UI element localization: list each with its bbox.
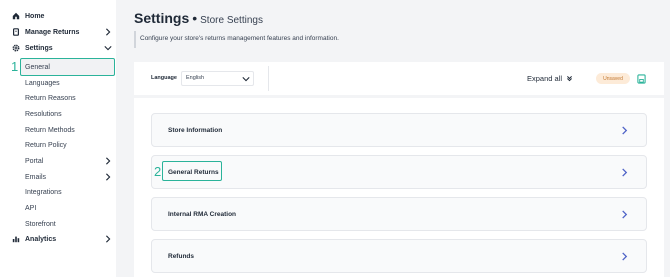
sidebar-item-return-methods[interactable]: Return Methods	[0, 122, 116, 138]
sidebar-item-resolutions[interactable]: Resolutions	[0, 106, 116, 122]
status-badge: Unsaved	[596, 73, 630, 84]
sidebar-item-api[interactable]: API	[0, 200, 116, 216]
sidebar-item-label: Storefront	[25, 220, 56, 228]
language-label: Language	[151, 75, 177, 81]
sidebar-item-label: General	[25, 63, 50, 71]
sidebar-item-languages[interactable]: Languages	[0, 75, 116, 91]
sidebar: Home Manage Returns Settings 1 General L…	[0, 0, 116, 277]
save-icon[interactable]	[637, 74, 646, 84]
sidebar-item-home[interactable]: Home	[0, 8, 116, 24]
sidebar-item-label: Return Policy	[25, 141, 67, 149]
expand-all-button[interactable]: Expand all	[527, 74, 562, 83]
title-separator: •	[192, 10, 198, 26]
description-accent-bar	[134, 31, 136, 48]
sidebar-item-return-policy[interactable]: Return Policy	[0, 137, 116, 153]
chevron-right-icon	[106, 173, 111, 181]
returns-icon	[11, 28, 20, 37]
page-title: Settings • Store Settings	[134, 10, 263, 26]
toolbar-divider	[268, 66, 269, 91]
sidebar-item-label: Resolutions	[25, 110, 62, 118]
sidebar-item-portal[interactable]: Portal	[0, 153, 116, 169]
page-description: Configure your store's returns managemen…	[140, 35, 339, 42]
annotation-step-2: 2	[154, 164, 162, 179]
section-general-returns[interactable]: General Returns	[151, 155, 647, 189]
sidebar-item-label: Emails	[25, 173, 47, 181]
sidebar-item-analytics[interactable]: Analytics	[0, 231, 116, 247]
chevron-right-icon	[622, 252, 628, 261]
page-subtitle: Store Settings	[200, 15, 263, 26]
expand-arrows-icon[interactable]	[566, 75, 573, 82]
section-label: Refunds	[168, 253, 194, 260]
sidebar-item-general[interactable]: General	[0, 59, 116, 75]
language-select-value: English	[186, 75, 205, 81]
highlight-box-general-returns	[162, 161, 222, 181]
sidebar-item-label: API	[25, 204, 37, 212]
sidebar-item-label: Manage Returns	[25, 28, 80, 36]
bar-chart-icon	[11, 235, 20, 244]
sidebar-item-label: Analytics	[25, 235, 57, 243]
home-icon	[11, 12, 20, 21]
section-refunds[interactable]: Refunds	[151, 239, 647, 273]
section-label: Internal RMA Creation	[168, 211, 237, 218]
sidebar-item-storefront[interactable]: Storefront	[0, 216, 116, 232]
gear-icon	[11, 44, 20, 53]
sidebar-item-label: Return Methods	[25, 126, 75, 134]
sidebar-item-label: Integrations	[25, 188, 62, 196]
chevron-right-icon	[106, 235, 111, 243]
chevron-right-icon	[622, 210, 628, 219]
section-store-information[interactable]: Store Information	[151, 113, 647, 147]
page-title-text: Settings	[134, 10, 190, 26]
sidebar-item-label: Home	[25, 12, 45, 20]
sidebar-item-emails[interactable]: Emails	[0, 169, 116, 185]
section-label: Store Information	[168, 127, 223, 134]
chevron-right-icon	[622, 168, 628, 177]
sidebar-item-return-reasons[interactable]: Return Reasons	[0, 90, 116, 106]
language-select[interactable]: English	[181, 71, 254, 86]
chevron-right-icon	[106, 28, 111, 36]
chevron-right-icon	[106, 157, 111, 165]
chevron-down-icon	[242, 77, 250, 82]
sidebar-item-label: Portal	[25, 157, 44, 165]
sidebar-item-settings[interactable]: Settings	[0, 40, 116, 56]
chevron-down-icon	[104, 46, 112, 51]
sidebar-item-manage-returns[interactable]: Manage Returns	[0, 24, 116, 40]
sidebar-item-label: Languages	[25, 79, 60, 87]
sidebar-item-integrations[interactable]: Integrations	[0, 184, 116, 200]
sidebar-item-label: Return Reasons	[25, 94, 76, 102]
section-internal-rma-creation[interactable]: Internal RMA Creation	[151, 197, 647, 231]
sidebar-item-label: Settings	[25, 44, 53, 52]
chevron-right-icon	[622, 126, 628, 135]
